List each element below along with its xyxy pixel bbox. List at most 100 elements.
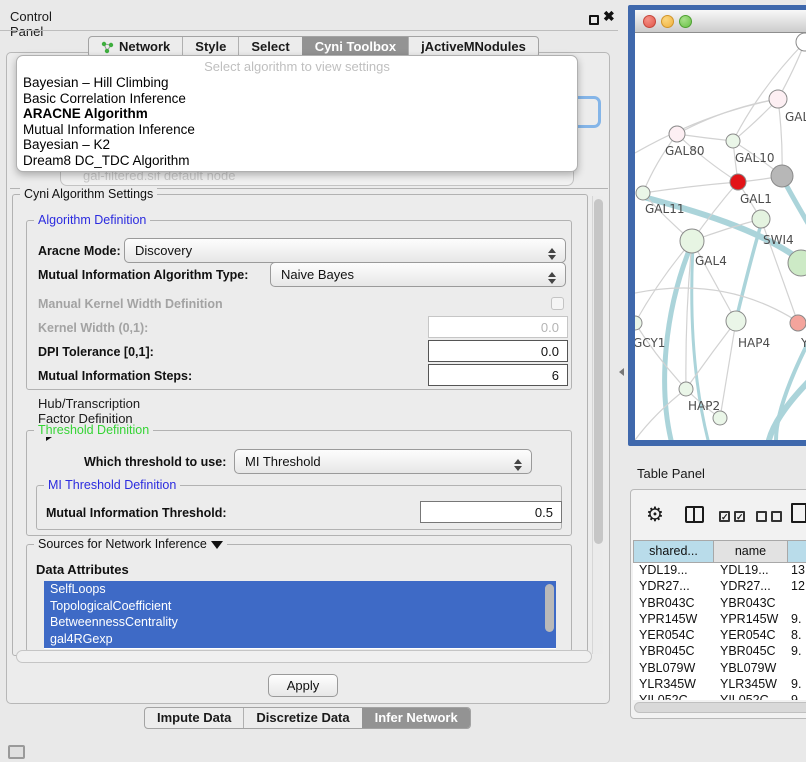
network-node-labels: GAL7 GAL80 GAL10 GAL1 GAL11 SWI4 GAL4 GC… — [635, 110, 806, 413]
algorithm-option[interactable]: Bayesian – K2 — [17, 137, 577, 153]
tab-infer-network[interactable]: Infer Network — [362, 708, 470, 728]
table-panel-title: Table Panel — [637, 466, 705, 481]
cyni-bottom-tabbar: Impute Data Discretize Data Infer Networ… — [144, 707, 471, 729]
table-row[interactable]: YIL052CYIL052C9. — [633, 693, 806, 700]
tab-network[interactable]: Network — [89, 37, 182, 57]
table-row[interactable]: YER054CYER054C8. — [633, 628, 806, 644]
node-label: HAP4 — [738, 336, 770, 350]
network-canvas[interactable]: GAL7 GAL80 GAL10 GAL1 GAL11 SWI4 GAL4 GC… — [635, 33, 806, 440]
docked-panel-icon[interactable] — [8, 745, 25, 759]
node-label: GAL11 — [645, 202, 684, 216]
network-nodes — [635, 33, 806, 425]
titlebar-divider — [0, 30, 618, 31]
table-row[interactable]: YBR045CYBR045C9. — [633, 644, 806, 660]
settings-horizontal-scrollbar[interactable] — [16, 650, 592, 663]
table-panel: ⚙ ✓ ✓ shared... name YDL19...YDL19...13 … — [630, 489, 806, 719]
kernel-width-field[interactable]: 0.0 — [428, 316, 568, 338]
table-row[interactable]: YLR345WYLR345W9. — [633, 677, 806, 693]
checked-checkbox-icon[interactable]: ✓ — [719, 511, 730, 522]
table-row[interactable]: YBR043CYBR043C — [633, 596, 806, 612]
mi-threshold-label: Mutual Information Threshold: — [46, 506, 227, 520]
attribute-item[interactable]: BetweennessCentrality — [44, 614, 556, 631]
aracne-mode-select[interactable]: Discovery — [124, 238, 566, 263]
which-threshold-select[interactable]: MI Threshold — [234, 449, 532, 474]
dpi-tolerance-label: DPI Tolerance [0,1]: — [38, 345, 154, 359]
attribute-item[interactable]: SelfLoops — [44, 581, 556, 598]
settings-scrollbar[interactable] — [592, 196, 603, 654]
mi-threshold-field[interactable]: 0.5 — [420, 501, 562, 523]
network-node[interactable] — [635, 316, 642, 330]
column-header-partial[interactable] — [788, 540, 806, 563]
gear-icon[interactable]: ⚙ — [646, 502, 664, 527]
tab-discretize-data[interactable]: Discretize Data — [243, 708, 361, 728]
node-label: GAL80 — [665, 144, 704, 158]
close-traffic-light-icon[interactable] — [643, 15, 656, 28]
network-node[interactable] — [726, 311, 746, 331]
table-row[interactable]: YDL19...YDL19...13 — [633, 563, 806, 579]
network-node[interactable] — [769, 90, 787, 108]
column-header-name[interactable]: name — [714, 540, 788, 563]
unchecked-checkbox-icon[interactable] — [756, 511, 767, 522]
manual-kernel-checkbox[interactable] — [551, 297, 564, 310]
network-node[interactable] — [636, 186, 650, 200]
table-horizontal-scrollbar[interactable] — [634, 702, 806, 713]
settings-scrollbar-thumb[interactable] — [594, 199, 603, 544]
manual-kernel-label: Manual Kernel Width Definition — [38, 297, 223, 311]
network-view-window: GAL7 GAL80 GAL10 GAL1 GAL11 SWI4 GAL4 GC… — [628, 5, 806, 446]
node-label: GCY1 — [635, 336, 665, 350]
network-window-titlebar[interactable] — [635, 10, 806, 33]
attributes-scrollbar-thumb[interactable] — [545, 584, 554, 632]
network-node[interactable] — [713, 411, 727, 425]
network-graph: GAL7 GAL80 GAL10 GAL1 GAL11 SWI4 GAL4 GC… — [635, 33, 806, 440]
tab-jactivemnodules[interactable]: jActiveMNodules — [408, 37, 538, 57]
settings-group-title: Cyni Algorithm Settings — [20, 187, 157, 201]
table-row[interactable]: YDR27...YDR27...12 — [633, 579, 806, 595]
minimize-traffic-light-icon[interactable] — [661, 15, 674, 28]
network-node[interactable] — [669, 126, 685, 142]
algorithm-option-aracne[interactable]: ARACNE Algorithm — [17, 106, 577, 122]
column-header-shared[interactable]: shared... — [633, 540, 714, 563]
close-icon[interactable]: ✖ — [603, 8, 615, 25]
tab-cyni-toolbox[interactable]: Cyni Toolbox — [302, 37, 408, 57]
network-node[interactable] — [726, 134, 740, 148]
node-label: HAP2 — [688, 399, 720, 413]
control-panel-title: Control Panel — [10, 9, 52, 39]
attribute-item[interactable]: gal4RGexp — [44, 631, 556, 648]
table-header-row: shared... name — [633, 540, 806, 563]
split-columns-icon[interactable] — [685, 506, 704, 523]
node-label: GAL10 — [735, 151, 774, 165]
mi-type-select[interactable]: Naive Bayes — [270, 262, 566, 287]
checked-checkbox-icon[interactable]: ✓ — [734, 511, 745, 522]
network-icon — [101, 41, 114, 54]
network-node[interactable] — [771, 165, 793, 187]
sources-group-title[interactable]: Sources for Network Inference — [34, 537, 227, 555]
algorithm-option[interactable]: Mutual Information Inference — [17, 122, 577, 138]
unchecked-checkbox-icon[interactable] — [771, 511, 782, 522]
tab-impute-data[interactable]: Impute Data — [145, 708, 243, 728]
network-node[interactable] — [680, 229, 704, 253]
algorithm-option[interactable]: Bayesian – Hill Climbing — [17, 75, 577, 91]
apply-button[interactable]: Apply — [268, 674, 338, 697]
table-row[interactable]: YPR145WYPR145W9. — [633, 612, 806, 628]
panel-resize-handle[interactable] — [615, 368, 624, 376]
network-node[interactable] — [790, 315, 806, 331]
mi-steps-field[interactable]: 6 — [428, 364, 568, 386]
network-node[interactable] — [679, 382, 693, 396]
document-icon[interactable] — [791, 503, 806, 523]
zoom-traffic-light-icon[interactable] — [679, 15, 692, 28]
network-node[interactable] — [752, 210, 770, 228]
network-node-gal1[interactable] — [730, 174, 746, 190]
dpi-tolerance-field[interactable]: 0.0 — [428, 340, 568, 362]
network-node[interactable] — [796, 33, 806, 51]
algorithm-option[interactable]: Dream8 DC_TDC Algorithm — [17, 153, 577, 169]
attribute-item[interactable]: TopologicalCoefficient — [44, 598, 556, 615]
table-row[interactable]: YBL079WYBL079W — [633, 661, 806, 677]
node-label: GAL7 — [785, 110, 806, 124]
node-label: GAL4 — [695, 254, 727, 268]
tab-style[interactable]: Style — [182, 37, 238, 57]
algorithm-option[interactable]: Basic Correlation Inference — [17, 91, 577, 107]
tab-select[interactable]: Select — [238, 37, 301, 57]
float-window-icon[interactable] — [589, 15, 599, 25]
aracne-mode-label: Aracne Mode: — [38, 244, 121, 258]
node-label: Y — [800, 336, 806, 350]
